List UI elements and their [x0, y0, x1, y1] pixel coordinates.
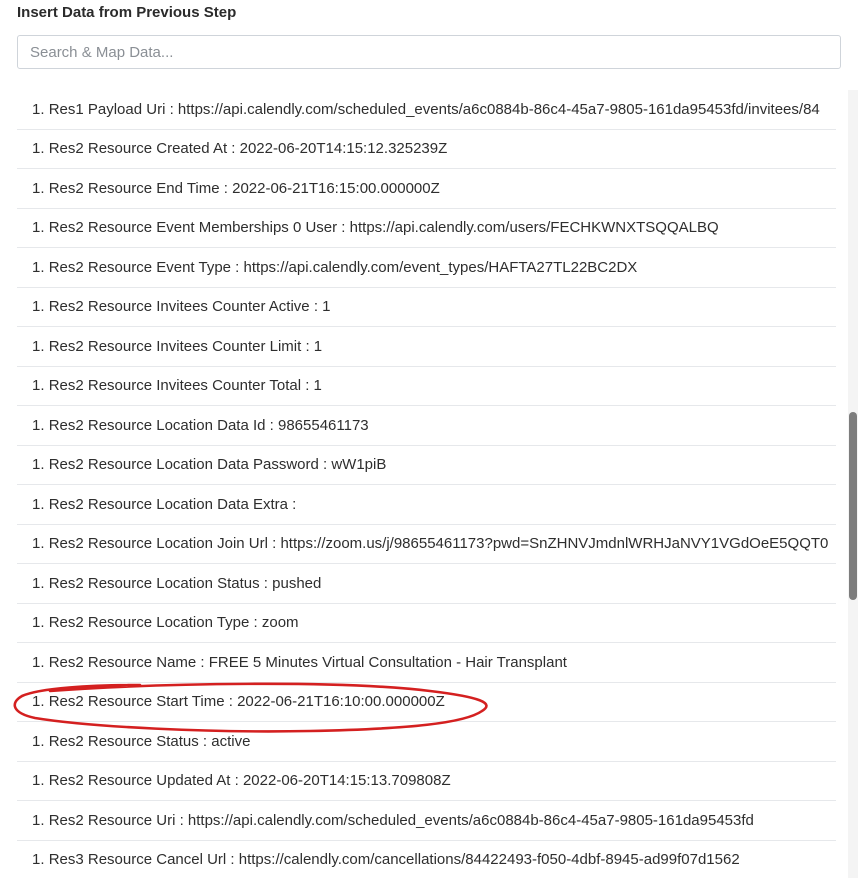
scrollbar-thumb[interactable]: [849, 412, 857, 600]
list-item-label: Res2 Resource Invitees Counter Limit : 1: [48, 337, 323, 355]
list-item[interactable]: 1. Res2 Resource Name : FREE 5 Minutes V…: [17, 643, 836, 683]
list-item-index: 1.: [32, 100, 49, 118]
list-item-label: Res2 Resource Created At : 2022-06-20T14…: [48, 140, 448, 158]
list-item-index: 1.: [32, 219, 49, 237]
list-item-index: 1.: [32, 140, 49, 158]
list-item-label: Res1 Payload Uri : https://api.calendly.…: [48, 100, 820, 118]
list-item-label: Res2 Resource Status : active: [48, 732, 251, 750]
list-item-index: 1.: [32, 535, 49, 553]
list-item-index: 1.: [32, 298, 49, 316]
list-item-label: Res2 Resource Name : FREE 5 Minutes Virt…: [48, 653, 567, 671]
list-item-index: 1.: [32, 416, 49, 434]
list-item-label: Res2 Resource Location Data Extra :: [48, 495, 297, 513]
list-item[interactable]: 1. Res2 Resource Location Join Url : htt…: [17, 525, 836, 564]
list-item-index: 1.: [32, 377, 49, 395]
list-item[interactable]: 1. Res2 Resource Location Data Extra :: [17, 485, 836, 525]
list-item-label: Res2 Resource Location Type : zoom: [48, 614, 299, 632]
list-item-index: 1.: [32, 653, 49, 671]
list-item-index: 1.: [32, 614, 49, 632]
list-item-label: Res2 Resource Location Data Id : 9865546…: [48, 416, 369, 434]
list-item-label: Res2 Resource Invitees Counter Total : 1: [48, 377, 322, 395]
list-item-index: 1.: [32, 179, 49, 197]
list-item[interactable]: 1. Res2 Resource Location Type : zoom: [17, 604, 836, 643]
list-item[interactable]: 1. Res2 Resource Event Type : https://ap…: [17, 248, 836, 288]
list-item-label: Res2 Resource Location Data Password : w…: [48, 456, 387, 474]
list-item-index: 1.: [32, 693, 49, 711]
search-map-data-input[interactable]: [17, 35, 841, 69]
list-item[interactable]: 1. Res2 Resource Location Status : pushe…: [17, 564, 836, 604]
panel-title: Insert Data from Previous Step: [17, 4, 237, 21]
list-item[interactable]: 1. Res2 Resource Invitees Counter Total …: [17, 367, 836, 406]
insert-data-panel: Insert Data from Previous Step 1. Res1 P…: [0, 0, 858, 878]
list-item[interactable]: 1. Res2 Resource Invitees Counter Limit …: [17, 327, 836, 367]
list-item-index: 1.: [32, 772, 49, 790]
list-item-label: Res2 Resource Event Type : https://api.c…: [48, 258, 638, 276]
list-item-label: Res2 Resource Location Status : pushed: [48, 574, 322, 592]
list-item[interactable]: 1. Res2 Resource Event Memberships 0 Use…: [17, 209, 836, 248]
list-item-label: Res2 Resource Event Memberships 0 User :…: [48, 219, 719, 237]
list-item-index: 1.: [32, 732, 49, 750]
list-item-label: Res2 Resource End Time : 2022-06-21T16:1…: [48, 179, 440, 197]
list-item-label: Res2 Resource Location Join Url : https:…: [48, 535, 829, 553]
list-item[interactable]: 1. Res2 Resource Invitees Counter Active…: [17, 288, 836, 327]
list-item[interactable]: 1. Res2 Resource Status : active: [17, 722, 836, 762]
list-item[interactable]: 1. Res2 Resource Uri : https://api.calen…: [17, 801, 836, 841]
list-item[interactable]: 1. Res2 Resource End Time : 2022-06-21T1…: [17, 169, 836, 209]
list-item[interactable]: 1. Res2 Resource Location Data Id : 9865…: [17, 406, 836, 446]
list-item-label: Res2 Resource Invitees Counter Active : …: [48, 298, 331, 316]
list-item-label: Res2 Resource Start Time : 2022-06-21T16…: [48, 693, 445, 711]
list-item[interactable]: 1. Res2 Resource Start Time : 2022-06-21…: [17, 683, 836, 722]
list-item[interactable]: 1. Res2 Resource Location Data Password …: [17, 446, 836, 485]
list-item-index: 1.: [32, 851, 49, 869]
list-item[interactable]: 1. Res2 Resource Created At : 2022-06-20…: [17, 130, 836, 169]
list-item-index: 1.: [32, 574, 49, 592]
list-item-index: 1.: [32, 811, 49, 829]
list-item-index: 1.: [32, 258, 49, 276]
list-item-label: Res2 Resource Uri : https://api.calendly…: [48, 811, 754, 829]
list-item[interactable]: 1. Res1 Payload Uri : https://api.calend…: [17, 90, 836, 130]
list-item[interactable]: 1. Res2 Resource Updated At : 2022-06-20…: [17, 762, 836, 801]
list-item-index: 1.: [32, 337, 49, 355]
list-item[interactable]: 1. Res3 Resource Cancel Url : https://ca…: [17, 841, 836, 878]
data-field-list: 1. Res1 Payload Uri : https://api.calend…: [0, 90, 836, 878]
list-item-label: Res2 Resource Updated At : 2022-06-20T14…: [48, 772, 451, 790]
list-item-index: 1.: [32, 456, 49, 474]
list-item-label: Res3 Resource Cancel Url : https://calen…: [48, 851, 740, 869]
list-item-index: 1.: [32, 495, 49, 513]
